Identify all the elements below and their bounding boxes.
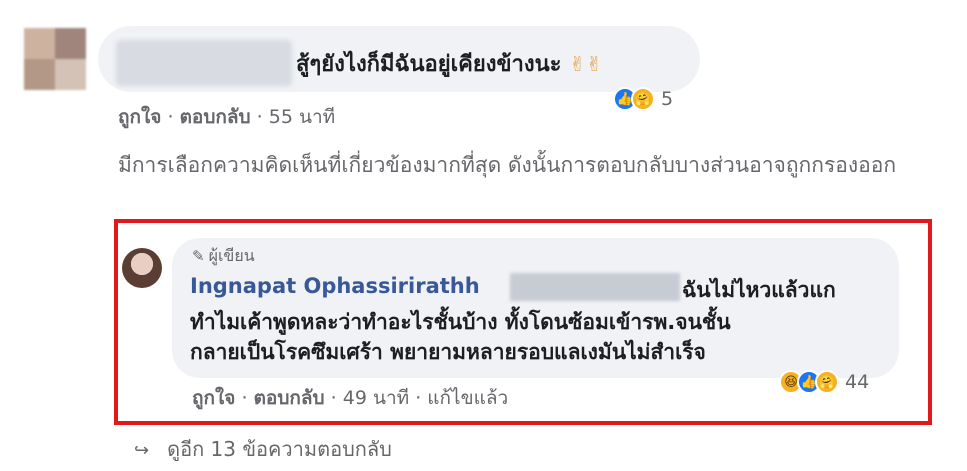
edited-label[interactable]: แก้ไขแล้ว <box>427 387 508 409</box>
care-icon: 🤗 <box>815 370 839 394</box>
reply-actions: ถูกใจ · ตอบกลับ · 49 นาที · แก้ไขแล้ว <box>192 383 508 413</box>
blurred-mention <box>510 273 680 301</box>
timestamp[interactable]: 55 นาที <box>269 106 335 128</box>
author-name[interactable]: Ingnapat Ophassirirathh <box>190 274 480 298</box>
victory-hand-emoji: ✌✌ <box>569 52 603 76</box>
blurred-commenter-name <box>116 40 292 86</box>
reply-arrow-icon: ↪ <box>134 440 150 461</box>
dot-separator: · <box>241 387 254 409</box>
author-badge: ✎ ผู้เขียน <box>192 246 255 265</box>
care-icon: 🤗 <box>631 87 655 111</box>
view-more-replies[interactable]: ↪ ดูอีก 13 ข้อความตอบกลับ <box>134 433 392 465</box>
blurred-avatar <box>24 28 86 90</box>
reply-link[interactable]: ตอบกลับ <box>254 387 325 409</box>
like-link[interactable]: ถูกใจ <box>118 106 161 128</box>
filter-notice: มีการเลือกความคิดเห็นที่เกี่ยวข้องมากที่… <box>118 153 897 177</box>
reply-text-line3: กลายเป็นโรคซึมเศร้า พยายามหลายรอบแลเงมัน… <box>190 340 706 364</box>
reply-text-line2: ทำไมเค้าพูดหละว่าทำอะไรชั้นบ้าง ทั้งโดนซ… <box>190 310 731 334</box>
reaction-count: 44 <box>845 371 870 393</box>
view-more-replies-label: ดูอีก 13 ข้อความตอบกลับ <box>167 437 392 461</box>
pencil-icon: ✎ <box>192 247 205 265</box>
reaction-summary[interactable]: 👍 🤗 5 <box>613 86 673 112</box>
reply-text-line1: ฉันไม่ไหวแล้วแก <box>682 278 836 302</box>
author-avatar[interactable] <box>122 248 162 288</box>
dot-separator: · <box>256 106 269 128</box>
reply-first-line: Ingnapat Ophassirirathh <box>190 274 480 298</box>
timestamp[interactable]: 49 นาที <box>343 387 409 409</box>
dot-separator: · <box>415 387 428 409</box>
reply-link[interactable]: ตอบกลับ <box>180 106 251 128</box>
comment-text: สู้ๆยังไงก็มีฉันอยู่เคียงข้างนะ ✌✌ <box>296 52 603 77</box>
reaction-summary[interactable]: 😆 👍 🤗 44 <box>779 368 869 396</box>
comment-actions: ถูกใจ · ตอบกลับ · 55 นาที <box>118 102 335 132</box>
like-link[interactable]: ถูกใจ <box>192 387 235 409</box>
dot-separator: · <box>167 106 180 128</box>
reaction-count: 5 <box>661 88 674 110</box>
dot-separator: · <box>330 387 343 409</box>
